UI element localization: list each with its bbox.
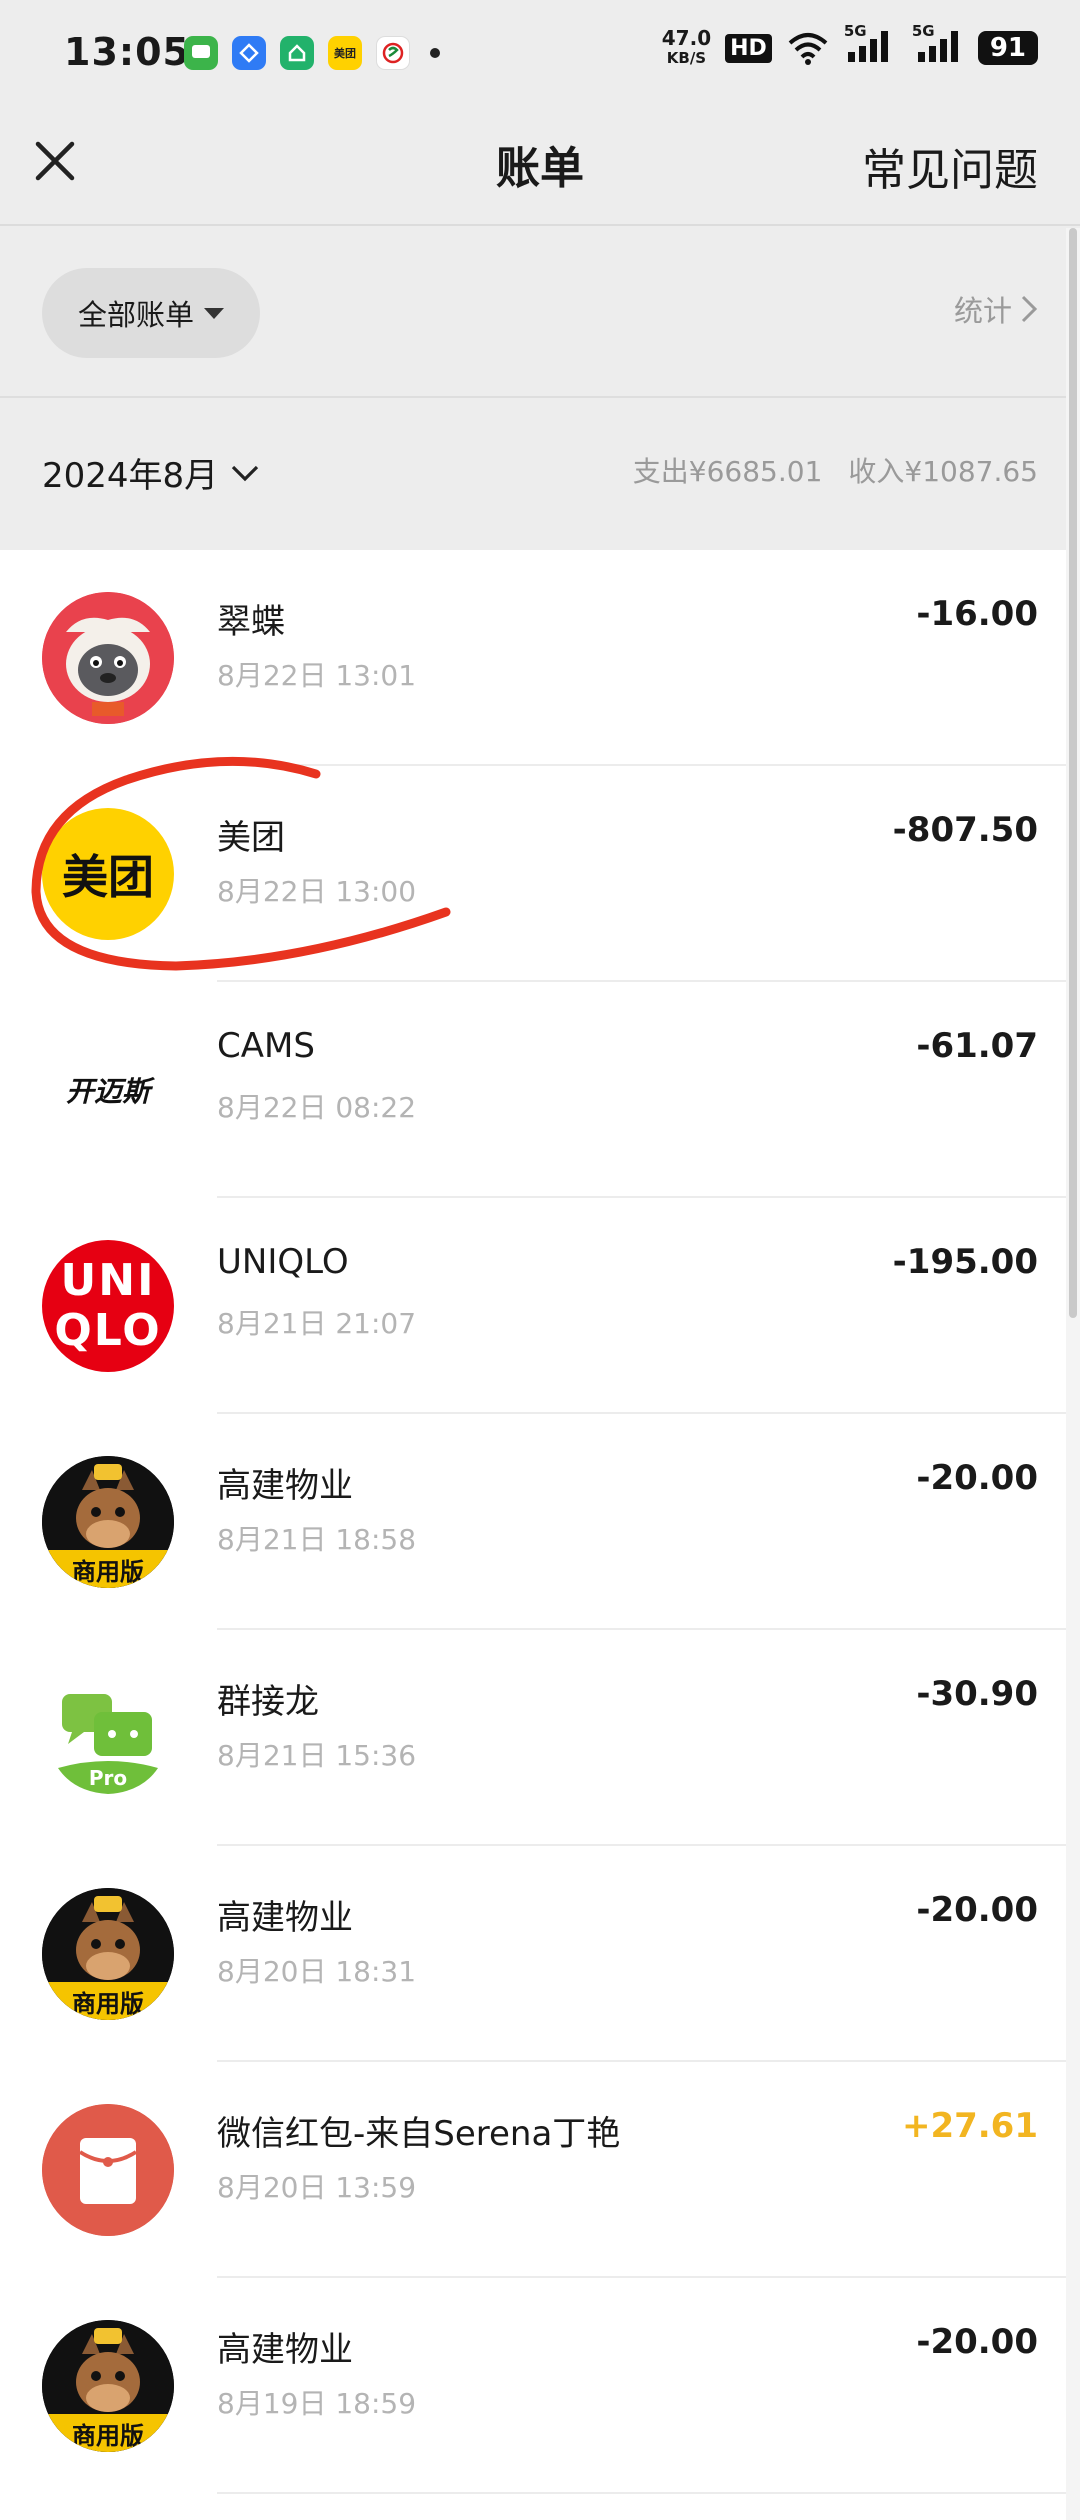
row-divider — [217, 2492, 1066, 2494]
signal-icon-2: 5G — [908, 22, 964, 68]
stats-link[interactable]: 统计 — [954, 288, 1038, 330]
uniqlo-logo-bottom: QLO — [54, 1305, 162, 1356]
messages-icon — [184, 36, 218, 70]
transaction-name: 群接龙 — [217, 1682, 319, 1722]
notification-icons: 美团 — [184, 36, 440, 70]
network-speed-unit: KB/S — [666, 49, 707, 67]
subway-icon — [376, 36, 410, 70]
faq-link[interactable]: 常见问题 — [862, 134, 1038, 198]
pro-badge-text: Pro — [88, 1766, 128, 1790]
uniqlo-logo: UNI QLO — [42, 1240, 174, 1372]
chevron-down-icon — [232, 465, 259, 481]
meituan-icon-text: 美团 — [334, 47, 356, 60]
transaction-time: 8月21日 15:36 — [217, 1739, 417, 1772]
transaction-name: UNIQLO — [217, 1242, 349, 1282]
transaction-name: 高建物业 — [217, 1466, 353, 1506]
stats-label: 统计 — [953, 294, 1012, 328]
transaction-row[interactable]: Pro 群接龙 8月21日 15:36 -30.90 — [0, 1630, 1066, 1846]
signal-icon-1: 5G — [844, 22, 894, 68]
status-time: 13:05 — [64, 30, 190, 74]
meituan-icon: 美团 — [328, 36, 362, 70]
home-icon — [280, 36, 314, 70]
month-header: 2024年8月 支出¥6685.01 收入¥1087.65 — [0, 400, 1080, 550]
more-notifications-dot — [430, 48, 440, 58]
nav-bar: 账单 常见问题 — [0, 110, 1080, 226]
all-bills-label: 全部账单 — [77, 298, 194, 332]
transaction-name: 微信红包-来自Serena丁艳 — [217, 2114, 621, 2154]
qunjielong-logo: Pro — [42, 1672, 174, 1804]
commercial-badge-text: 商用版 — [72, 1558, 144, 1586]
transaction-time: 8月19日 18:59 — [217, 2387, 417, 2420]
uniqlo-logo-top: UNI — [60, 1255, 156, 1306]
transaction-row[interactable]: 翠蝶 8月22日 13:01 -16.00 — [0, 550, 1066, 766]
hd-voice-icon: HD — [725, 33, 772, 63]
meituan-logo-text: 美团 — [62, 850, 154, 904]
transaction-amount: -20.00 — [916, 1458, 1038, 1498]
month-summary: 支出¥6685.01 收入¥1087.65 — [633, 450, 1038, 490]
red-packet-icon — [42, 2104, 174, 2236]
transaction-row[interactable]: UNI QLO UNIQLO 8月21日 21:07 -195.00 — [0, 1198, 1066, 1414]
chevron-right-icon — [1021, 295, 1038, 323]
transaction-row[interactable]: 美团 美团 8月22日 13:00 -807.50 — [0, 766, 1066, 982]
status-bar: 13:05 美团 47.0 KB/S HD 5G 5G 91 — [0, 0, 1080, 110]
transaction-time: 8月21日 18:58 — [217, 1523, 417, 1556]
month-selector[interactable]: 2024年8月 — [42, 448, 260, 497]
commercial-horse-avatar: 商用版 — [42, 2320, 174, 2452]
transaction-time: 8月22日 13:00 — [217, 875, 417, 908]
meituan-logo: 美团 — [42, 808, 174, 940]
transaction-amount: -61.07 — [916, 1026, 1038, 1066]
transaction-amount: -20.00 — [916, 2322, 1038, 2362]
expense-total: 支出¥6685.01 — [632, 455, 823, 488]
transaction-time: 8月22日 13:01 — [217, 659, 417, 692]
month-label: 2024年8月 — [42, 456, 219, 496]
transaction-amount: +27.61 — [901, 2106, 1038, 2146]
transaction-name: 高建物业 — [217, 2330, 353, 2370]
scrollbar-thumb[interactable] — [1069, 228, 1077, 1318]
transaction-amount: -20.00 — [916, 1890, 1038, 1930]
wifi-icon — [788, 33, 828, 65]
transaction-row[interactable]: 商用版 高建物业 8月21日 18:58 -20.00 — [0, 1414, 1066, 1630]
network-speed-value: 47.0 — [661, 26, 712, 50]
transaction-time: 8月22日 08:22 — [217, 1091, 417, 1124]
transaction-amount: -807.50 — [892, 810, 1038, 850]
transaction-amount: -30.90 — [916, 1674, 1038, 1714]
transaction-row[interactable]: 商用版 高建物业 8月20日 18:31 -20.00 — [0, 1846, 1066, 2062]
cams-logo-text: 开迈斯 — [65, 1075, 150, 1108]
signal-1-label: 5G — [843, 22, 867, 40]
cams-logo: 开迈斯 — [42, 1024, 174, 1156]
cartoon-animal-avatar — [42, 592, 174, 724]
transaction-time: 8月20日 18:31 — [217, 1955, 417, 1988]
gallery-icon — [232, 36, 266, 70]
all-bills-dropdown[interactable]: 全部账单 — [42, 268, 260, 358]
battery-icon: 91 — [977, 31, 1038, 65]
filter-bar: 全部账单 统计 — [0, 228, 1080, 398]
system-indicators: 47.0 KB/S HD 5G 5G 91 — [662, 22, 1038, 68]
transaction-name: CAMS — [217, 1026, 315, 1066]
transaction-name: 翠蝶 — [217, 602, 285, 642]
transaction-amount: -195.00 — [892, 1242, 1038, 1282]
transaction-amount: -16.00 — [916, 594, 1038, 634]
commercial-badge-text: 商用版 — [72, 2422, 144, 2450]
commercial-badge-text: 商用版 — [72, 1990, 144, 2018]
network-speed: 47.0 KB/S — [662, 28, 711, 68]
transaction-row[interactable]: 商用版 高建物业 8月19日 18:59 -20.00 — [0, 2278, 1066, 2494]
caret-down-icon — [204, 307, 224, 319]
income-total: 收入¥1087.65 — [848, 455, 1038, 488]
signal-2-label: 5G — [911, 22, 935, 40]
transaction-time: 8月21日 21:07 — [217, 1307, 417, 1340]
transaction-time: 8月20日 13:59 — [217, 2171, 417, 2204]
commercial-horse-avatar: 商用版 — [42, 1888, 174, 2020]
transaction-row[interactable]: 开迈斯 CAMS 8月22日 08:22 -61.07 — [0, 982, 1066, 1198]
transaction-row[interactable]: 微信红包-来自Serena丁艳 8月20日 13:59 +27.61 — [0, 2062, 1066, 2278]
commercial-horse-avatar: 商用版 — [42, 1456, 174, 1588]
transaction-list: 翠蝶 8月22日 13:01 -16.00 美团 美团 8月22日 13:00 … — [0, 550, 1066, 2520]
transaction-name: 高建物业 — [217, 1898, 353, 1938]
scrollbar[interactable] — [1066, 228, 1080, 2520]
transaction-name: 美团 — [217, 818, 285, 858]
